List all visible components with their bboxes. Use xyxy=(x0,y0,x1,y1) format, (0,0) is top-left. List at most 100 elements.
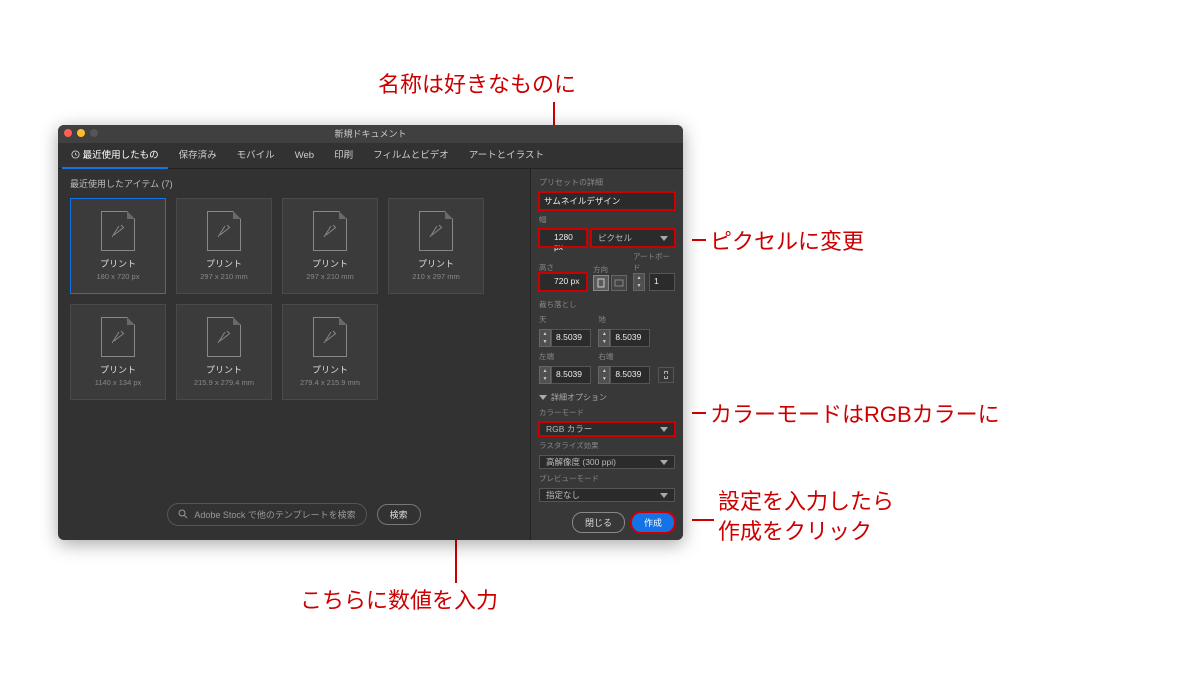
bleed-right-stepper[interactable]: ▲▼ xyxy=(598,366,610,384)
bleed-link-toggle[interactable] xyxy=(658,367,674,383)
annotation-create-2: 作成をクリック xyxy=(718,517,872,547)
document-icon xyxy=(109,328,127,346)
preset-name: プリント xyxy=(418,257,454,270)
tab-film[interactable]: フィルムとビデオ xyxy=(364,143,458,169)
artboard-label: アートボード xyxy=(633,251,675,273)
category-tabs: 最近使用したもの 保存済み モバイル Web 印刷 フィルムとビデオ アートとイ… xyxy=(58,143,683,169)
preset-item[interactable]: プリント 215.9 x 279.4 mm xyxy=(176,304,272,400)
advanced-options-toggle[interactable]: 詳細オプション xyxy=(539,392,675,403)
bleed-top-label: 天 xyxy=(539,314,592,325)
advanced-label: 詳細オプション xyxy=(551,392,607,403)
bleed-header: 裁ち落とし xyxy=(539,299,675,310)
preset-thumbnail xyxy=(207,211,241,251)
preset-name: プリント xyxy=(312,257,348,270)
close-window-icon[interactable] xyxy=(64,129,72,137)
artboard-stepper[interactable]: ▲▼ xyxy=(633,273,645,291)
preset-name: プリント xyxy=(206,257,242,270)
bleed-top-stepper[interactable]: ▲▼ xyxy=(539,329,551,347)
preset-size: 279.4 x 215.9 mm xyxy=(300,378,360,387)
preset-item[interactable]: プリント 279.4 x 215.9 mm xyxy=(282,304,378,400)
bleed-bottom-label: 地 xyxy=(598,314,651,325)
preset-item[interactable]: プリント210 x 297 mm xyxy=(388,198,484,294)
bleed-right-input[interactable]: 8.5039 xyxy=(610,366,650,384)
preset-thumbnail xyxy=(419,211,453,251)
preset-name: プリント xyxy=(100,363,136,376)
height-input[interactable]: 720 px xyxy=(539,273,587,291)
preview-value: 指定なし xyxy=(546,489,580,501)
create-button[interactable]: 作成 xyxy=(631,512,675,533)
width-input[interactable]: 1280 px xyxy=(539,229,587,247)
bleed-bottom-stepper[interactable]: ▲▼ xyxy=(598,329,610,347)
preset-name: プリント xyxy=(100,257,136,270)
portrait-icon xyxy=(597,278,605,288)
doc-name-input[interactable]: サムネイルデザイン xyxy=(539,192,675,210)
link-icon xyxy=(662,370,670,380)
preset-name: プリント xyxy=(312,363,348,376)
maximize-window-icon xyxy=(90,129,98,137)
chevron-down-icon xyxy=(660,460,668,465)
annotation-name: 名称は好きなものに xyxy=(378,70,576,100)
document-icon xyxy=(427,222,445,240)
preset-item[interactable]: プリント 1140 x 134 px xyxy=(70,304,166,400)
minimize-window-icon[interactable] xyxy=(77,129,85,137)
height-label: 高さ xyxy=(539,262,587,273)
preset-thumbnail xyxy=(101,211,135,251)
chevron-down-icon xyxy=(660,427,668,432)
window-titlebar: 新規ドキュメント xyxy=(58,125,683,143)
raster-value: 高解像度 (300 ppi) xyxy=(546,456,616,468)
annotation-line-create xyxy=(692,519,714,521)
preset-item[interactable]: プリント 297 x 210 mm xyxy=(176,198,272,294)
document-icon xyxy=(109,222,127,240)
bleed-left-input[interactable]: 8.5039 xyxy=(551,366,591,384)
tab-art[interactable]: アートとイラスト xyxy=(460,143,553,169)
new-document-dialog: 新規ドキュメント 最近使用したもの 保存済み モバイル Web 印刷 フィルムと… xyxy=(58,125,683,540)
preset-thumbnail xyxy=(313,317,347,357)
preset-thumbnail xyxy=(313,211,347,251)
orientation-label: 方向 xyxy=(593,264,627,275)
document-icon xyxy=(215,328,233,346)
tab-recent[interactable]: 最近使用したもの xyxy=(62,143,168,169)
preset-size: 1140 x 134 px xyxy=(95,378,142,387)
chevron-down-icon xyxy=(660,493,668,498)
orientation-portrait[interactable] xyxy=(593,275,609,291)
annotation-line-unit xyxy=(692,239,706,241)
preset-size: 180 x 720 px xyxy=(97,272,140,281)
bleed-top-input[interactable]: 8.5039 xyxy=(551,329,591,347)
annotation-create-1: 設定を入力したら xyxy=(718,487,894,517)
colormode-value: RGB カラー xyxy=(546,423,592,435)
preset-name: プリント xyxy=(206,363,242,376)
bleed-right-label: 右端 xyxy=(598,351,651,362)
tab-print[interactable]: 印刷 xyxy=(325,143,362,169)
unit-select[interactable]: ピクセル xyxy=(591,229,675,247)
preset-thumbnail xyxy=(101,317,135,357)
chevron-down-icon xyxy=(660,236,668,241)
document-icon xyxy=(321,328,339,346)
raster-select[interactable]: 高解像度 (300 ppi) xyxy=(539,455,675,469)
annotation-unit: ピクセルに変更 xyxy=(710,227,864,257)
preset-size: 215.9 x 279.4 mm xyxy=(194,378,254,387)
annotation-size: こちらに数値を入力 xyxy=(300,586,498,616)
tab-web[interactable]: Web xyxy=(286,143,323,169)
bleed-left-stepper[interactable]: ▲▼ xyxy=(539,366,551,384)
clock-icon xyxy=(71,150,80,159)
tab-saved[interactable]: 保存済み xyxy=(170,143,226,169)
close-button[interactable]: 閉じる xyxy=(572,512,625,533)
tab-label: 最近使用したもの xyxy=(83,150,159,161)
orientation-landscape[interactable] xyxy=(611,275,627,291)
preset-item[interactable]: プリント 180 x 720 px xyxy=(70,198,166,294)
colormode-select[interactable]: RGB カラー xyxy=(539,422,675,436)
preview-select[interactable]: 指定なし xyxy=(539,488,675,502)
recent-items-header: 最近使用したアイテム (7) xyxy=(70,177,518,190)
width-label: 幅 xyxy=(539,214,675,225)
bleed-left-label: 左端 xyxy=(539,351,592,362)
preset-item[interactable]: プリント297 x 210 mm xyxy=(282,198,378,294)
bleed-bottom-input[interactable]: 8.5039 xyxy=(610,329,650,347)
tab-mobile[interactable]: モバイル xyxy=(228,143,284,169)
preset-thumbnail xyxy=(207,317,241,357)
stock-search-input[interactable]: Adobe Stock で他のテンプレートを検索 xyxy=(167,503,366,526)
preset-size: 297 x 210 mm xyxy=(200,272,248,281)
unit-value: ピクセル xyxy=(598,232,632,244)
search-button[interactable]: 検索 xyxy=(377,504,421,525)
artboard-input[interactable]: 1 xyxy=(649,273,675,291)
search-placeholder: Adobe Stock で他のテンプレートを検索 xyxy=(194,508,355,521)
